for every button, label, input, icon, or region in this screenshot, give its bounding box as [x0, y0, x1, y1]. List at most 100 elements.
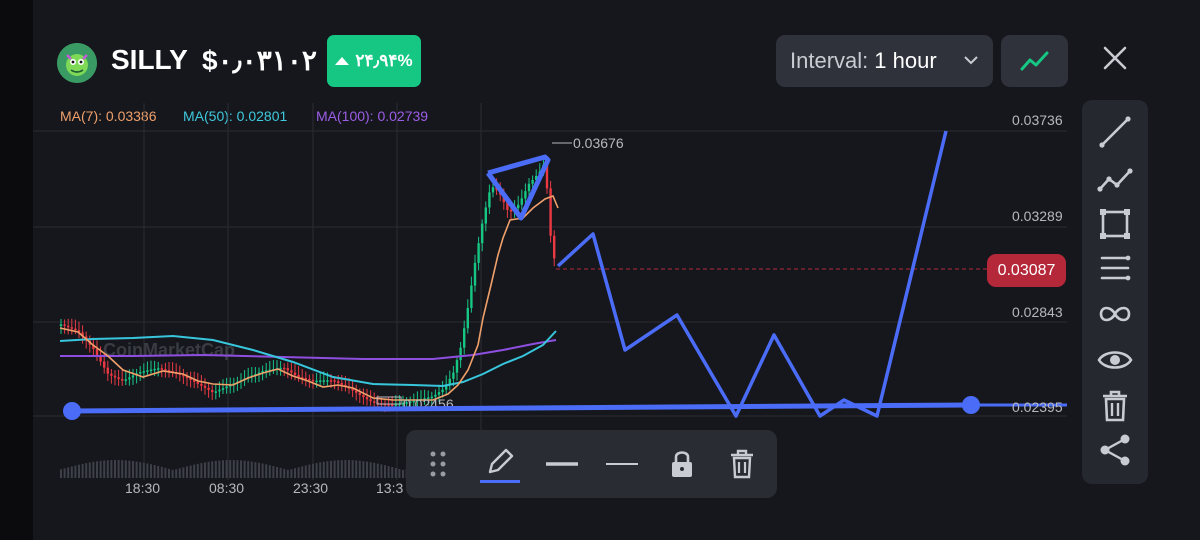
- color-button[interactable]: [480, 444, 520, 484]
- candle-body: [369, 399, 372, 402]
- candle-body: [211, 389, 214, 393]
- user-drawings[interactable]: [71, 130, 1067, 418]
- trash-icon: [1103, 390, 1127, 422]
- volume-bar: [312, 463, 314, 478]
- candle-body: [283, 367, 286, 370]
- support-line-handle-end[interactable]: [962, 396, 980, 414]
- price-level-label: 0.02395: [1012, 399, 1063, 415]
- candle-body: [441, 389, 444, 393]
- candle-body: [459, 347, 462, 361]
- volume-bar: [315, 463, 318, 478]
- volume-bar: [229, 460, 232, 478]
- parallel-lines-tool[interactable]: [1095, 248, 1135, 288]
- volume-bar: [157, 465, 160, 478]
- volume-bar: [81, 463, 84, 478]
- volume-bar: [225, 460, 228, 478]
- volume-bar: [358, 460, 361, 478]
- candle-body: [74, 328, 77, 331]
- candle-body: [517, 204, 520, 209]
- rectangle-tool[interactable]: [1095, 204, 1135, 244]
- drawn-support-line[interactable]: [71, 402, 972, 414]
- volume-bar: [308, 464, 311, 478]
- drag-handle[interactable]: [418, 444, 458, 484]
- line-thin-icon: [606, 463, 638, 465]
- candle-body: [308, 378, 311, 381]
- candle-body: [214, 391, 217, 393]
- volume-bar: [96, 461, 98, 478]
- volume-bar: [70, 466, 73, 478]
- volume-bar: [92, 461, 95, 478]
- lock-button[interactable]: [662, 444, 702, 484]
- volume-bar: [398, 468, 401, 478]
- delete-drawings-tool[interactable]: [1095, 386, 1135, 426]
- trend-line-icon: [1099, 116, 1131, 148]
- volume-bar: [243, 460, 246, 478]
- volume-bar: [135, 461, 138, 478]
- candle-body: [128, 377, 131, 380]
- volume-bar: [261, 463, 264, 478]
- candle-body: [121, 379, 124, 381]
- candle-body: [340, 382, 343, 385]
- support-line-handle-start[interactable]: [63, 402, 81, 420]
- volume-bar: [160, 466, 163, 478]
- candle-body: [157, 368, 160, 370]
- candle-body: [200, 383, 203, 386]
- candle-body: [322, 380, 325, 382]
- candle-body: [365, 397, 369, 400]
- volume-bar: [67, 467, 70, 478]
- volume-bar: [272, 466, 275, 478]
- line-width-button[interactable]: [542, 444, 582, 484]
- candle-body: [139, 372, 142, 374]
- candle-body: [131, 375, 135, 378]
- candle-body: [95, 349, 99, 356]
- candle-body: [527, 183, 531, 192]
- volume-bar: [171, 469, 174, 478]
- drawing-edit-toolbar: [406, 430, 777, 498]
- candle-body: [509, 209, 513, 212]
- volume-bar: [146, 463, 149, 478]
- candle-body: [106, 367, 109, 374]
- volume-bar: [88, 462, 91, 478]
- drawn-forecast-path[interactable]: [556, 130, 948, 418]
- trend-line-tool[interactable]: [1095, 112, 1135, 152]
- volume-bar: [391, 467, 394, 478]
- volume-bar: [394, 467, 397, 478]
- volume-bar: [366, 461, 368, 478]
- delete-drawing-button[interactable]: [722, 444, 762, 484]
- volume-bar: [344, 460, 347, 478]
- candle-body: [484, 207, 487, 224]
- magnet-tool[interactable]: [1095, 294, 1135, 334]
- candle-body: [164, 369, 167, 371]
- candle-body: [207, 387, 210, 390]
- visibility-tool[interactable]: [1095, 340, 1135, 380]
- volume-bar: [103, 460, 106, 478]
- volume-bar: [279, 467, 282, 478]
- volume-bar: [301, 466, 304, 478]
- candle-body: [113, 375, 117, 378]
- drag-handle-icon: [430, 451, 446, 477]
- volume-bar: [121, 460, 124, 478]
- line-style-button[interactable]: [602, 444, 642, 484]
- polyline-tool[interactable]: [1095, 160, 1135, 200]
- volume-bar: [74, 465, 77, 478]
- volume-bar: [355, 460, 358, 478]
- line-solid-icon: [546, 462, 578, 466]
- price-level-label: 0.03289: [1012, 208, 1063, 224]
- volume-bar: [218, 460, 221, 478]
- candle-body: [488, 192, 491, 208]
- volume-bar: [297, 467, 300, 478]
- drawing-tools-panel: [1082, 100, 1148, 484]
- volume-bar: [330, 460, 332, 478]
- share-tool[interactable]: [1095, 430, 1135, 470]
- volume-bar: [384, 465, 386, 478]
- volume-bar: [211, 461, 214, 478]
- volume-bar: [110, 460, 113, 478]
- candle-body: [319, 380, 322, 382]
- candle-body: [520, 198, 523, 205]
- volume-bar: [294, 468, 296, 478]
- candle-body: [524, 191, 527, 199]
- candle-body: [326, 380, 329, 382]
- candle-body: [491, 187, 495, 193]
- candle-body: [391, 404, 394, 406]
- volume-bar: [200, 463, 203, 478]
